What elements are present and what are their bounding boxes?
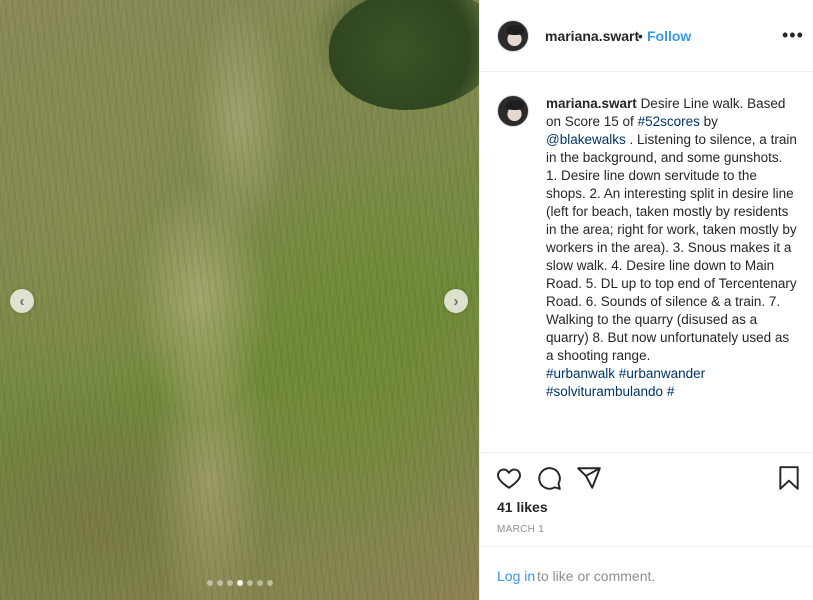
caption-username-link[interactable]: mariana.swart — [546, 96, 637, 111]
caption-tags: #urbanwalk #urbanwander #solviturambulan… — [546, 365, 798, 401]
carousel-next-button[interactable]: › — [444, 289, 468, 313]
likes-count[interactable]: 41 likes — [497, 499, 548, 515]
share-button[interactable] — [576, 465, 602, 491]
chevron-right-icon: › — [453, 292, 459, 310]
caption-avatar[interactable] — [497, 95, 529, 127]
hashtag-link[interactable]: #urbanwander — [619, 366, 705, 381]
chevron-left-icon: ‹ — [19, 292, 25, 310]
login-prompt-text: to like or comment. — [537, 568, 656, 584]
post-photo[interactable]: ‹ › — [0, 0, 479, 600]
follow-button[interactable]: Follow — [647, 28, 691, 44]
header-separator: • — [638, 28, 643, 44]
carousel-dot — [236, 580, 243, 586]
like-button[interactable] — [496, 465, 522, 491]
carousel-dot — [226, 580, 233, 586]
login-link[interactable]: Log in — [497, 568, 535, 584]
hashtag-link[interactable]: #52scores — [638, 114, 700, 129]
caption-text: mariana.swart Desire Line walk. Based on… — [546, 95, 798, 401]
hashtag-link[interactable]: # — [667, 384, 675, 399]
caption-body: 1. Desire line down servitude to the sho… — [546, 168, 797, 363]
avatar[interactable] — [497, 20, 529, 52]
caption-by: by — [699, 114, 718, 129]
ellipsis-icon[interactable]: ••• — [782, 26, 804, 44]
caption-intro: mariana.swart Desire Line walk. Based on… — [546, 95, 798, 167]
carousel-prev-button[interactable]: ‹ — [10, 289, 34, 313]
login-bar: Log in to like or comment. — [480, 546, 813, 600]
heart-icon — [497, 468, 521, 489]
post-header: mariana.swart • Follow ••• — [480, 0, 813, 72]
photo-shrub — [329, 0, 479, 110]
post-date[interactable]: MARCH 1 — [497, 524, 544, 535]
carousel-dot — [256, 580, 263, 586]
comment-button[interactable] — [536, 465, 562, 491]
caption-block: mariana.swart Desire Line walk. Based on… — [480, 72, 813, 450]
mention-link[interactable]: @blakewalks — [546, 132, 626, 147]
carousel-indicator — [0, 580, 479, 586]
hashtag-link[interactable]: #urbanwalk — [546, 366, 615, 381]
send-icon — [577, 467, 601, 489]
username-link[interactable]: mariana.swart — [545, 28, 639, 44]
carousel-dot — [206, 580, 213, 586]
action-bar — [480, 452, 813, 498]
carousel-dot — [266, 580, 273, 586]
hashtag-link[interactable]: #solviturambulando — [546, 384, 663, 399]
comment-icon — [538, 467, 561, 490]
carousel-dot — [216, 580, 223, 586]
carousel-dot — [246, 580, 253, 586]
post-sidebar: mariana.swart • Follow ••• mariana.swart… — [479, 0, 813, 600]
bookmark-icon — [779, 466, 799, 490]
save-button[interactable] — [776, 465, 802, 491]
